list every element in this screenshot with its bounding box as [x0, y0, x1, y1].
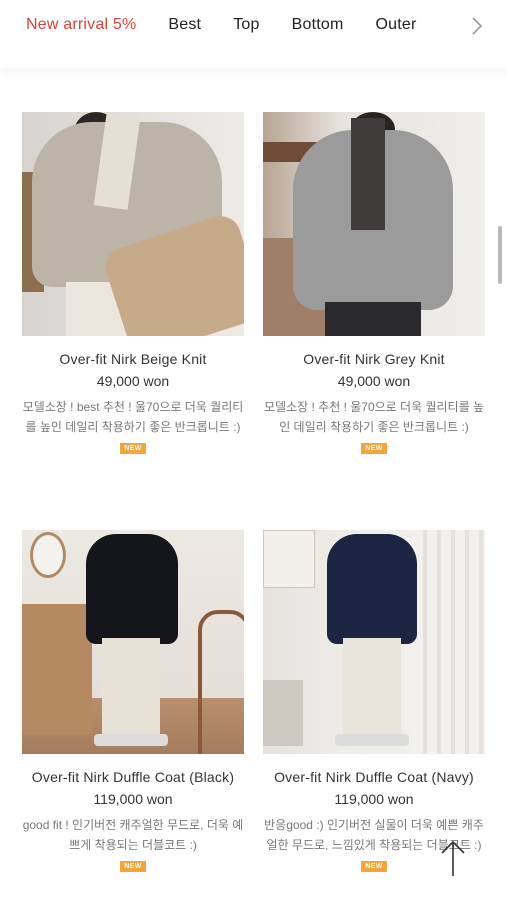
chevron-right-icon[interactable]	[469, 16, 485, 36]
tab-bottom[interactable]: Bottom	[292, 16, 344, 34]
product-image[interactable]	[22, 530, 244, 754]
product-description: good fit ! 인기버전 캐주얼한 무드로, 더욱 예쁘게 착용되는 더블…	[22, 818, 244, 852]
category-tabs: New arrival 5% Best Top Bottom Outer	[26, 16, 449, 34]
product-price: 119,000 won	[334, 791, 414, 807]
new-badge: NEW	[361, 443, 387, 454]
product-name[interactable]: Over-fit Nirk Grey Knit	[263, 351, 485, 367]
product-image[interactable]	[263, 530, 485, 754]
category-nav: New arrival 5% Best Top Bottom Outer	[0, 0, 507, 68]
product-name[interactable]: Over-fit Nirk Duffle Coat (Navy)	[263, 769, 485, 785]
product-card[interactable]: Over-fit Nirk Duffle Coat (Black) 119,00…	[22, 530, 244, 873]
product-card[interactable]: Over-fit Nirk Beige Knit 49,000 won 모델소장…	[22, 112, 244, 455]
product-image[interactable]	[22, 112, 244, 336]
scrollbar[interactable]	[498, 226, 502, 284]
product-name[interactable]: Over-fit Nirk Duffle Coat (Black)	[22, 769, 244, 785]
tab-new-arrival[interactable]: New arrival 5%	[26, 16, 136, 34]
new-badge: NEW	[361, 861, 387, 872]
product-card[interactable]: Over-fit Nirk Duffle Coat (Navy) 119,000…	[263, 530, 485, 873]
product-price: 49,000 won	[337, 373, 411, 389]
arrow-up-icon[interactable]	[438, 838, 468, 878]
new-badge: NEW	[120, 861, 146, 872]
product-description: 모델소장 ! 추천 ! 울70으로 더욱 퀄리티를 높인 데일리 착용하기 좋은…	[264, 400, 484, 434]
tab-outer[interactable]: Outer	[376, 16, 417, 34]
product-card[interactable]: Over-fit Nirk Grey Knit 49,000 won 모델소장 …	[263, 112, 485, 455]
product-price: 119,000 won	[93, 791, 173, 807]
product-description: 모델소장 ! best 추천 ! 울70으로 더욱 퀄리티를 높인 데일리 착용…	[22, 400, 244, 434]
product-price: 49,000 won	[96, 373, 170, 389]
new-badge: NEW	[120, 443, 146, 454]
tab-top[interactable]: Top	[233, 16, 259, 34]
product-name[interactable]: Over-fit Nirk Beige Knit	[22, 351, 244, 367]
tab-best[interactable]: Best	[168, 16, 201, 34]
product-image[interactable]	[263, 112, 485, 336]
